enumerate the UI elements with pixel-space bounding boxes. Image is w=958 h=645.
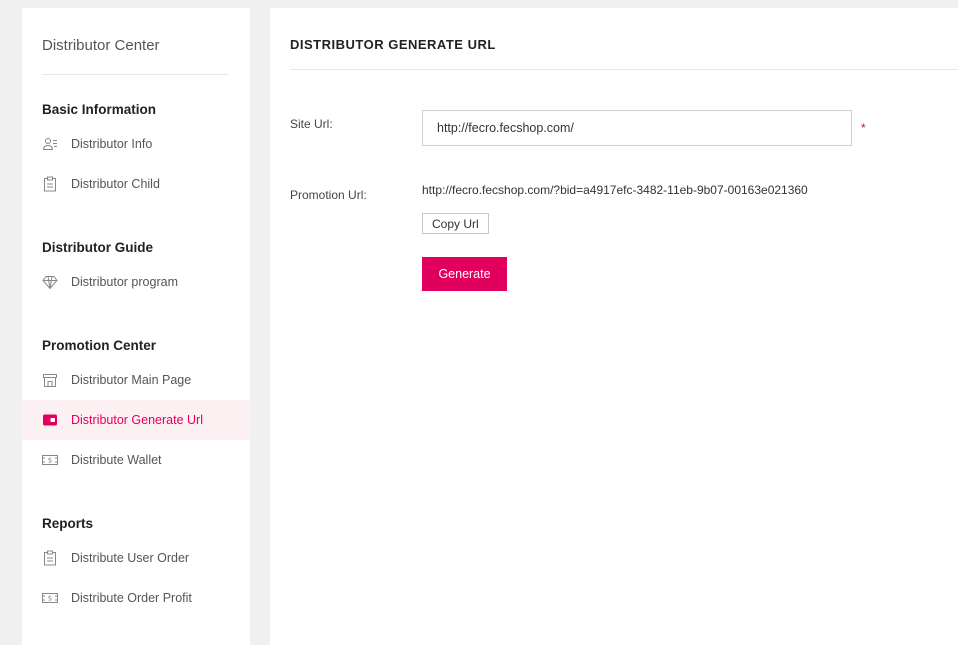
sidebar-item-distributor-main-page[interactable]: Distributor Main Page [22,360,250,400]
money-icon: $ [42,590,58,606]
site-url-input[interactable] [422,110,852,146]
sidebar-item-label: Distributor Main Page [71,373,192,387]
site-url-label: Site Url: [290,117,333,131]
sidebar-item-label: Distributor Generate Url [71,413,203,427]
store-icon [42,372,58,388]
sidebar-item-label: Distribute Order Profit [71,591,192,605]
sidebar-item-label: Distribute User Order [71,551,190,565]
section-title-distributor-guide: Distributor Guide [42,240,153,255]
svg-text:$: $ [48,457,52,465]
sidebar-item-distribute-user-order[interactable]: Distribute User Order [22,538,250,578]
user-card-icon [42,136,58,152]
sidebar-item-distributor-info[interactable]: Distributor Info [22,124,250,164]
generate-button[interactable]: Generate [422,257,507,291]
sidebar-item-distributor-child[interactable]: Distributor Child [22,164,250,204]
sidebar-item-label: Distribute Wallet [71,453,162,467]
main-panel: DISTRIBUTOR GENERATE URL Site Url: * Pro… [270,8,958,645]
sidebar-item-distribute-wallet[interactable]: $ Distribute Wallet [22,440,250,480]
promotion-url-label: Promotion Url: [290,188,367,202]
sidebar-item-label: Distributor program [71,275,178,289]
section-title-promotion-center: Promotion Center [42,338,157,353]
sidebar-item-distributor-generate-url[interactable]: Distributor Generate Url [22,400,250,440]
svg-text:$: $ [48,595,52,603]
clipboard-icon [42,176,58,192]
money-icon: $ [42,452,58,468]
sidebar-divider [42,74,229,75]
sidebar: Distributor Center Basic Information Dis… [22,8,250,645]
section-title-basic-information: Basic Information [42,102,157,117]
sidebar-item-distribute-order-profit[interactable]: $ Distribute Order Profit [22,578,250,618]
wallet-icon [42,412,58,428]
sidebar-item-label: Distributor Info [71,137,153,151]
sidebar-item-distributor-program[interactable]: Distributor program [22,262,250,302]
promotion-url-value: http://fecro.fecshop.com/?bid=a4917efc-3… [422,183,808,197]
sidebar-title: Distributor Center [42,37,160,54]
copy-url-button[interactable]: Copy Url [422,213,489,234]
page-title: DISTRIBUTOR GENERATE URL [290,37,496,52]
title-divider [290,69,958,70]
diamond-icon [42,274,58,290]
clipboard-icon [42,550,58,566]
sidebar-item-label: Distributor Child [71,177,160,191]
section-title-reports: Reports [42,516,94,531]
required-mark: * [861,121,866,135]
